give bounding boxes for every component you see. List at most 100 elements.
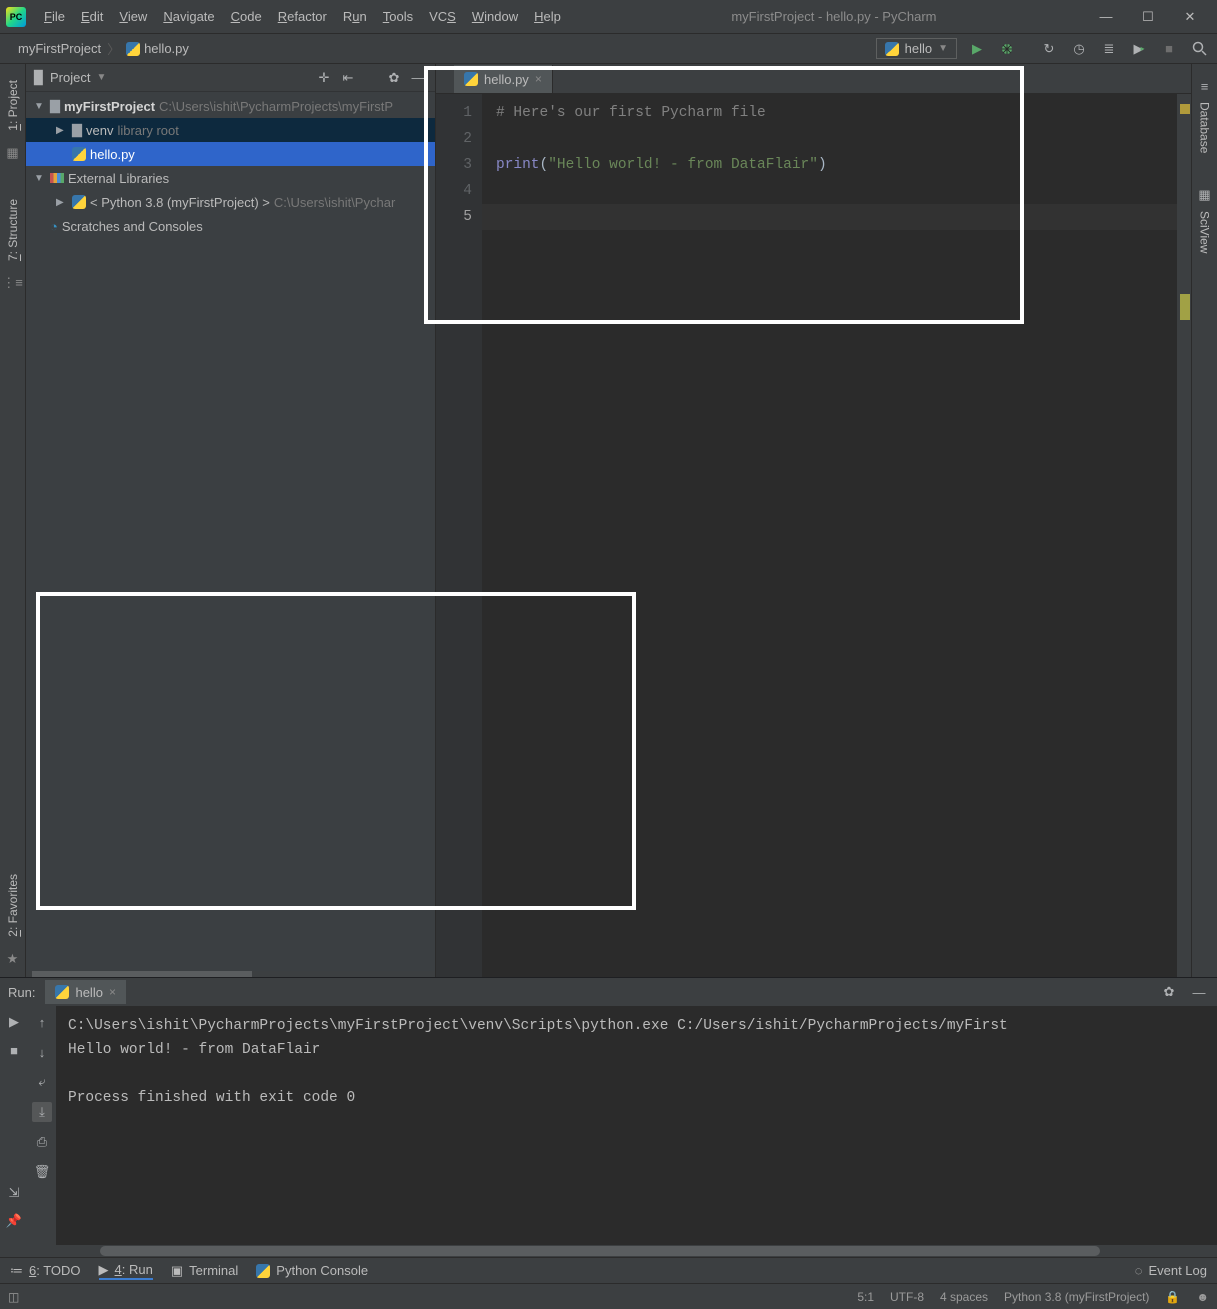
run-console-output[interactable]: C:\Users\ishit\PycharmProjects\myFirstPr… — [56, 1006, 1217, 1245]
library-icon — [50, 173, 64, 183]
menu-run[interactable]: Run — [335, 0, 375, 33]
pin-button[interactable]: 📌 — [4, 1211, 24, 1231]
expand-arrow-icon[interactable]: ▶ — [56, 197, 68, 208]
sciview-icon[interactable]: ▦ — [1197, 187, 1213, 203]
bottom-tab-python-console[interactable]: Python Console — [256, 1263, 368, 1278]
breadcrumb-project[interactable]: myFirstProject — [18, 41, 101, 56]
tree-hello-label: hello.py — [90, 147, 135, 162]
tree-project-root[interactable]: ▼ ▇ myFirstProject C:\Users\ishit\Pychar… — [26, 94, 435, 118]
tree-hello-py[interactable]: hello.py — [26, 142, 435, 166]
menu-code[interactable]: Code — [223, 0, 270, 33]
status-indent[interactable]: 4 spaces — [940, 1290, 988, 1304]
status-encoding[interactable]: UTF-8 — [890, 1290, 924, 1304]
code-string: "Hello world! - from DataFlair" — [548, 157, 818, 173]
sidebar-tab-sciview[interactable]: SciView — [1196, 203, 1214, 261]
run-toolbar-primary: ▶ ■ ⇲ 📌 — [0, 1006, 28, 1245]
expand-arrow-icon[interactable]: ▼ — [34, 173, 46, 184]
event-log-button[interactable]: ◌ Event Log — [1135, 1263, 1207, 1278]
soft-wrap-button[interactable]: ⤶ — [32, 1072, 52, 1092]
editor-tab-hello[interactable]: hello.py × — [454, 65, 553, 93]
run-anything-button[interactable]: ▶▸ — [1129, 39, 1149, 59]
breadcrumb-file[interactable]: hello.py — [126, 41, 189, 56]
menu-window[interactable]: Window — [464, 0, 526, 33]
run-tab-label: hello — [75, 985, 102, 1000]
expand-all-button[interactable]: ⇤ — [339, 69, 357, 87]
project-tree[interactable]: ▼ ▇ myFirstProject C:\Users\ishit\Pychar… — [26, 92, 435, 971]
print-button[interactable]: ⎙ — [32, 1132, 52, 1152]
sidebar-tab-structure[interactable]: 7: Structure — [4, 191, 22, 269]
tree-venv[interactable]: ▶ ▇ venv library root — [26, 118, 435, 142]
warning-marker-icon[interactable] — [1180, 104, 1190, 114]
settings-button[interactable]: ✿ — [385, 69, 403, 87]
menu-tools[interactable]: Tools — [375, 0, 421, 33]
status-inspector-icon[interactable]: ☻ — [1196, 1290, 1209, 1304]
close-tab-icon[interactable]: × — [535, 72, 542, 86]
project-scrollbar[interactable] — [26, 971, 435, 977]
minimize-button[interactable]: — — [1099, 10, 1113, 24]
locate-button[interactable]: ✛ — [315, 69, 333, 87]
database-icon[interactable]: ≡ — [1197, 78, 1213, 94]
code-print: print — [496, 157, 540, 173]
expand-arrow-icon[interactable]: ▶ — [56, 125, 68, 136]
breadcrumb-separator-icon: 〉 — [107, 39, 120, 58]
stop-run-button[interactable]: ■ — [4, 1040, 24, 1060]
run-tab-hello[interactable]: hello × — [45, 980, 125, 1004]
bottom-terminal-label: Terminal — [189, 1263, 238, 1278]
sidebar-tab-favorites[interactable]: 2: Favorites — [4, 866, 22, 945]
close-tab-icon[interactable]: × — [109, 985, 116, 999]
breadcrumb: myFirstProject 〉 hello.py — [18, 39, 189, 58]
status-quick-access-icon[interactable]: ◫ — [8, 1290, 19, 1304]
clear-all-button[interactable]: 🗑 — [32, 1162, 52, 1182]
navigation-bar: myFirstProject 〉 hello.py hello ▼ ▶ ↻ ◷ … — [0, 34, 1217, 64]
run-scrollbar[interactable] — [0, 1245, 1217, 1257]
menu-file[interactable]: File — [36, 0, 73, 33]
scroll-to-end-button[interactable]: ⤓ — [32, 1102, 52, 1122]
tree-python38[interactable]: ▶ < Python 3.8 (myFirstProject) > C:\Use… — [26, 190, 435, 214]
hide-run-button[interactable]: — — [1189, 982, 1209, 1002]
status-lock-icon[interactable]: 🔒 — [1165, 1290, 1180, 1304]
bottom-tool-stripe: ≔ 6: TODO ▶ 4: Run ▣ Terminal Python Con… — [0, 1257, 1217, 1283]
up-button[interactable]: ↑ — [32, 1012, 52, 1032]
run-settings-button[interactable]: ✿ — [1159, 982, 1179, 1002]
terminal-icon: ▣ — [171, 1263, 183, 1279]
chevron-down-icon[interactable]: ▼ — [96, 72, 106, 83]
tree-external-libraries[interactable]: ▼ External Libraries — [26, 166, 435, 190]
menu-edit[interactable]: Edit — [73, 0, 111, 33]
warning-range-marker[interactable] — [1180, 294, 1190, 320]
tree-scratches[interactable]: ▶ ◔ Scratches and Consoles — [26, 214, 435, 238]
close-button[interactable]: ✕ — [1183, 10, 1197, 24]
run-button[interactable]: ▶ — [967, 39, 987, 59]
sidebar-tab-database[interactable]: Database — [1196, 94, 1214, 161]
bottom-tab-run[interactable]: ▶ 4: Run — [99, 1262, 153, 1280]
attach-button[interactable]: ≣ — [1099, 39, 1119, 59]
code-editor[interactable]: # Here's our first Pycharm file print("H… — [482, 94, 1177, 977]
down-button[interactable]: ↓ — [32, 1042, 52, 1062]
bottom-console-label: Python Console — [276, 1263, 368, 1278]
python-icon — [885, 42, 899, 56]
menu-refactor[interactable]: Refactor — [270, 0, 335, 33]
menu-navigate[interactable]: Navigate — [155, 0, 222, 33]
menu-vcs[interactable]: VCS — [421, 0, 464, 33]
run-with-coverage-button[interactable]: ↻ — [1039, 39, 1059, 59]
bottom-tab-todo[interactable]: ≔ 6: TODO — [10, 1263, 81, 1279]
run-configuration-selector[interactable]: hello ▼ — [876, 38, 957, 59]
editor-marker-bar[interactable] — [1177, 94, 1191, 977]
editor-gutter[interactable]: 12345 — [436, 94, 482, 977]
search-everywhere-button[interactable] — [1189, 39, 1209, 59]
maximize-button[interactable]: ☐ — [1141, 10, 1155, 24]
stop-button[interactable]: ■ — [1159, 39, 1179, 59]
debug-button[interactable] — [997, 39, 1017, 59]
layout-button[interactable]: ⇲ — [4, 1183, 24, 1203]
rerun-button[interactable]: ▶ — [4, 1012, 24, 1032]
structure-stripe-icon: ⋮≡ — [5, 275, 21, 291]
status-caret-position[interactable]: 5:1 — [857, 1290, 874, 1304]
hide-button[interactable]: — — [409, 69, 427, 87]
menu-help[interactable]: Help — [526, 0, 569, 33]
bottom-tab-terminal[interactable]: ▣ Terminal — [171, 1263, 238, 1279]
menu-view[interactable]: View — [111, 0, 155, 33]
status-interpreter[interactable]: Python 3.8 (myFirstProject) — [1004, 1290, 1149, 1304]
expand-arrow-icon[interactable]: ▼ — [34, 101, 46, 112]
sidebar-tab-project[interactable]: 1: Project — [4, 72, 22, 139]
profile-button[interactable]: ◷ — [1069, 39, 1089, 59]
code-line-1: # Here's our first Pycharm file — [496, 105, 766, 121]
